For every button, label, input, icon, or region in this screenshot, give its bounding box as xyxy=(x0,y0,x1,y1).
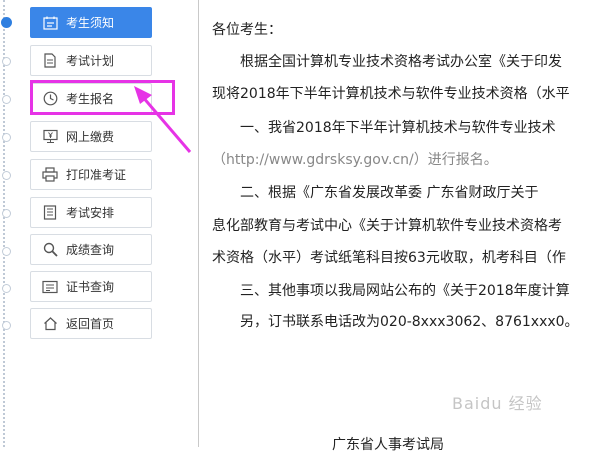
timeline-dot xyxy=(2,284,11,293)
sidebar-item-label: 证书查询 xyxy=(66,280,115,294)
timeline-dot-active xyxy=(1,17,12,28)
sidebar-item-label: 考生报名 xyxy=(66,92,115,106)
sidebar-item-label: 考试安排 xyxy=(66,206,115,220)
sidebar-item-label: 考生须知 xyxy=(66,16,115,30)
timeline-dot xyxy=(2,57,11,66)
timeline-dot xyxy=(2,133,11,142)
timeline-dot xyxy=(2,209,11,218)
sidebar-item-payment[interactable]: 网上缴费 xyxy=(30,121,152,152)
search-icon xyxy=(42,242,58,258)
paragraph-line: 息化部教育与考试中心《关于计算机软件专业技术资格考 xyxy=(212,218,562,234)
paragraph-line: 现将2018年下半年计算机技术与软件专业技术资格（水平 xyxy=(212,86,570,102)
sidebar-item-label: 网上缴费 xyxy=(66,130,115,144)
sidebar-item-registration[interactable]: 考生报名 xyxy=(30,83,152,114)
timeline-line xyxy=(1,0,12,447)
certificate-icon xyxy=(42,279,58,295)
printer-icon xyxy=(42,167,58,183)
notice-icon xyxy=(42,15,58,31)
clock-icon xyxy=(42,91,58,107)
list-document-icon xyxy=(42,205,58,221)
sidebar-item-label: 打印准考证 xyxy=(66,168,127,182)
watermark: Baidu 经验 xyxy=(452,394,543,413)
home-icon xyxy=(42,316,58,332)
sidebar-item-notice[interactable]: 考生须知 xyxy=(30,7,152,38)
notice-content: 各位考生： 根据全国计算机专业技术资格考试办公室《关于印发 现将2018年下半年… xyxy=(212,0,600,447)
sidebar-item-print-admission[interactable]: 打印准考证 xyxy=(30,159,152,190)
content-divider xyxy=(198,0,199,447)
sidebar-nav: 考生须知 考试计划 考生报名 网上缴费 打印准考证 考试安排 成绩查询 证书查询… xyxy=(0,0,175,447)
sidebar-item-label: 成绩查询 xyxy=(66,243,115,257)
timeline-dot xyxy=(2,321,11,330)
paragraph-line: 根据全国计算机专业技术资格考试办公室《关于印发 xyxy=(240,54,562,70)
greeting: 各位考生： xyxy=(212,22,282,38)
document-icon xyxy=(42,53,58,69)
paragraph-line: 术资格（水平）考试纸笔科目按63元收取，机考科目（作 xyxy=(212,250,566,266)
paragraph-line: 另，订书联系电话改为020-8xxx3062、8761xxx0。 xyxy=(240,314,579,330)
sidebar-item-score-query[interactable]: 成绩查询 xyxy=(30,234,152,265)
sidebar-item-home[interactable]: 返回首页 xyxy=(30,308,152,339)
paragraph-line: （http://www.gdrsksy.gov.cn/）进行报名。 xyxy=(212,152,498,168)
timeline-dot xyxy=(2,95,11,104)
monitor-yen-icon xyxy=(42,129,58,145)
signature: 广东省人事考试局 xyxy=(332,437,444,453)
sidebar-item-certificate-query[interactable]: 证书查询 xyxy=(30,271,152,302)
sidebar-item-label: 考试计划 xyxy=(66,54,115,68)
timeline-dot xyxy=(2,171,11,180)
sidebar-item-exam-schedule[interactable]: 考试安排 xyxy=(30,197,152,228)
sidebar-item-exam-plan[interactable]: 考试计划 xyxy=(30,45,152,76)
paragraph-line: 一、我省2018年下半年计算机技术与软件专业技术 xyxy=(240,120,556,136)
paragraph-line: 二、根据《广东省发展改革委 广东省财政厅关于 xyxy=(240,185,539,201)
timeline-dot xyxy=(2,247,11,256)
paragraph-line: 三、其他事项以我局网站公布的《关于2018年度计算 xyxy=(240,283,570,299)
sidebar-item-label: 返回首页 xyxy=(66,317,115,331)
